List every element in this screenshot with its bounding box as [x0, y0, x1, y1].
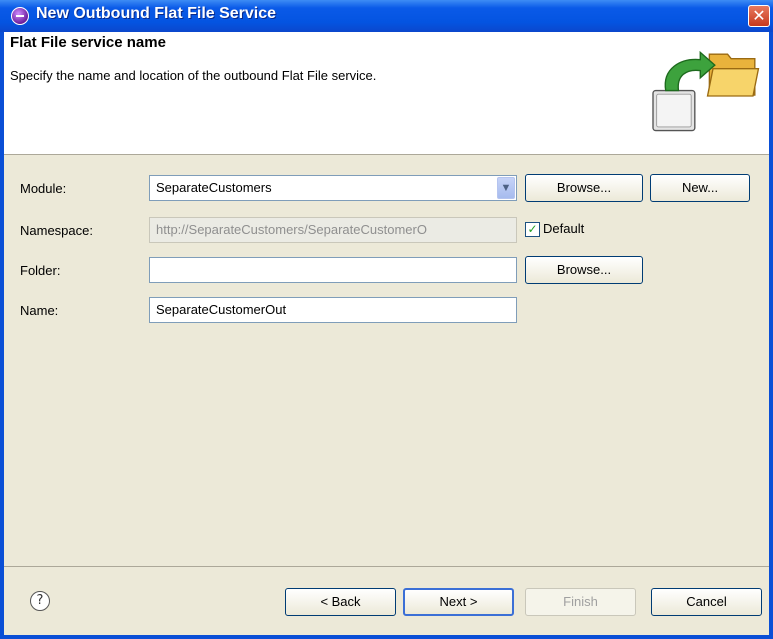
footer-separator [4, 566, 769, 567]
wizard-banner: Flat File service name Specify the name … [4, 32, 769, 155]
title-bar[interactable]: New Outbound Flat File Service ✕ [0, 0, 773, 32]
default-checkbox-label[interactable]: Default [543, 221, 584, 236]
folder-input[interactable] [149, 257, 517, 283]
module-combo[interactable]: SeparateCustomers ▼ [149, 175, 517, 201]
page-description: Specify the name and location of the out… [10, 68, 377, 83]
chevron-down-icon[interactable]: ▼ [497, 177, 515, 199]
module-value: SeparateCustomers [156, 180, 272, 195]
finish-button: Finish [525, 588, 636, 616]
app-icon [11, 7, 29, 25]
page-title: Flat File service name [10, 34, 166, 51]
cancel-button[interactable]: Cancel [651, 588, 762, 616]
namespace-label: Namespace: [20, 223, 93, 238]
name-input[interactable]: SeparateCustomerOut [149, 297, 517, 323]
window-title: New Outbound Flat File Service [36, 5, 277, 22]
folder-label: Folder: [20, 263, 61, 278]
back-button[interactable]: < Back [285, 588, 396, 616]
help-icon[interactable]: ? [30, 591, 50, 611]
folder-export-icon [652, 50, 760, 132]
module-browse-button[interactable]: Browse... [525, 174, 643, 202]
next-button[interactable]: Next > [403, 588, 514, 616]
folder-browse-button[interactable]: Browse... [525, 256, 643, 284]
name-label: Name: [20, 303, 59, 318]
namespace-field: http://SeparateCustomers/SeparateCustome… [149, 217, 517, 243]
default-checkbox[interactable]: ✓ [525, 222, 540, 237]
module-new-button[interactable]: New... [650, 174, 750, 202]
form-area: Module: SeparateCustomers ▼ Browse... Ne… [4, 155, 769, 565]
close-button[interactable]: ✕ [748, 5, 770, 27]
module-label: Module: [20, 181, 67, 196]
